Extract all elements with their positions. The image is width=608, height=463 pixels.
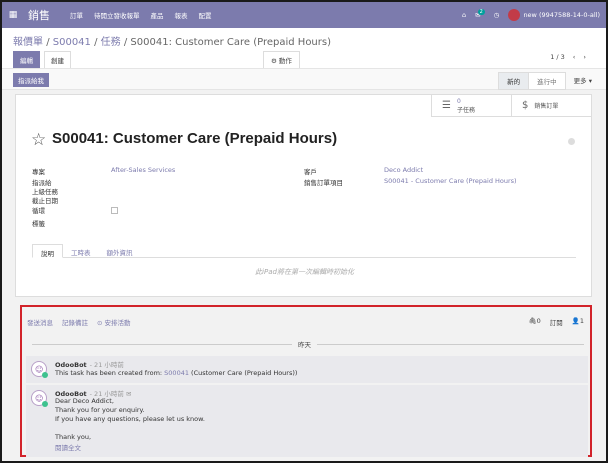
subtasks-smart-button[interactable]: ☰ 0 子任務 [431, 95, 511, 116]
odoobot-avatar: ☺ [31, 390, 48, 407]
form-sheet: ☰ 0 子任務 $ 銷售訂單 ☆ S00041: Customer Care (P… [15, 94, 592, 297]
assign-to-me-button[interactable]: 指派給我 [13, 73, 49, 87]
chatter-message: ☺ OdooBot - 21 小時前 ✉ Dear Deco Addict, Th… [26, 385, 588, 457]
top-navbar: ▦ 銷售 訂單 待開立發收報單 產品 報表 配置 ⌂ ✉2 ◷ new (994… [2, 2, 606, 28]
menu-orders[interactable]: 訂單 [70, 10, 83, 20]
top-menu: 訂單 待開立發收報單 產品 報表 配置 [70, 10, 212, 20]
followers-button[interactable]: 👤1 [572, 317, 584, 327]
tab-extra-info[interactable]: 額外資訊 [99, 244, 141, 257]
form-buttons: 編輯 創建 [13, 51, 71, 69]
edit-button[interactable]: 編輯 [13, 51, 40, 69]
description-placeholder[interactable]: 此iPad將在第一次編輯時初始化 [16, 267, 593, 277]
breadcrumb-separator: / [46, 37, 50, 48]
chatter-topbar: 發送消息 記錄備註 ⊙ 安排活動 [27, 317, 131, 327]
dollar-icon: $ [522, 100, 529, 111]
log-note-button[interactable]: 記錄備註 [62, 317, 88, 327]
stage-in-progress[interactable]: 進行中 [528, 72, 566, 90]
message-body: This task has been created from: S00041 … [55, 369, 298, 377]
menu-products[interactable]: 產品 [151, 10, 164, 20]
message-line: If you have any questions, please let us… [55, 415, 205, 423]
so-item-label: 銷售訂單項目 [304, 179, 343, 187]
user-name: new (9947588-14-0-all) [523, 11, 600, 19]
chatter-message: ☺ OdooBot - 21 小時前 This task has been cre… [26, 356, 588, 383]
project-value[interactable]: After-Sales Services [111, 166, 175, 174]
notebook-tabs: 說明 工時表 額外資訊 [32, 244, 576, 258]
attachments-button[interactable]: 🖇0 [528, 317, 540, 327]
app-title[interactable]: 銷售 [28, 7, 50, 23]
record-title: S00041: Customer Care (Prepaid Hours) [52, 130, 338, 147]
user-icon: 👤 [571, 317, 580, 325]
bot-face-icon: ☺ [35, 394, 44, 403]
kanban-state-icon[interactable] [568, 138, 575, 145]
breadcrumb-current: S00041: Customer Care (Prepaid Hours) [130, 37, 331, 48]
pager-value[interactable]: 1 / 3 [550, 53, 565, 61]
deadline-label: 截止日期 [32, 197, 58, 205]
chatter-right-tools: 🖇0 訂閱 👤1 [528, 317, 584, 327]
subtasks-count: 0 [456, 97, 461, 105]
subtasks-label: 子任務 [456, 106, 475, 114]
breadcrumb-tasks[interactable]: 任務 [101, 37, 121, 48]
breadcrumb-quotations[interactable]: 報價單 [13, 37, 43, 48]
attachments-count: 0 [536, 317, 541, 325]
pager-next-icon[interactable]: › [583, 53, 586, 61]
date-divider-label: 昨天 [292, 339, 317, 349]
stage-selector: 新的 進行中 更多 ▾ [498, 72, 600, 90]
bot-face-icon: ☺ [35, 365, 44, 374]
schedule-activity-button[interactable]: ⊙ 安排活動 [97, 317, 131, 327]
pager: 1 / 3 ‹ › [550, 53, 586, 61]
customer-value[interactable]: Deco Addict [384, 166, 423, 174]
project-label: 專案 [32, 168, 45, 176]
tab-description[interactable]: 說明 [32, 244, 63, 258]
recurring-label: 循環 [32, 207, 45, 215]
create-button[interactable]: 創建 [44, 51, 71, 69]
recurring-checkbox[interactable] [111, 207, 118, 214]
tags-label: 標籤 [32, 220, 45, 228]
sales-order-smart-button[interactable]: $ 銷售訂單 [511, 95, 591, 116]
systray: ⌂ ✉2 ◷ new (9947588-14-0-all) [462, 2, 600, 28]
customer-label: 客戶 [304, 168, 317, 176]
avatar [508, 9, 521, 21]
breadcrumb: 報價單 / S00041 / 任務 / S00041: Customer Car… [13, 33, 331, 48]
smart-buttons: ☰ 0 子任務 $ 銷售訂單 [431, 95, 591, 117]
message-time: - 21 小時前 [89, 361, 124, 369]
message-order-link[interactable]: S00041 [164, 369, 189, 377]
menu-reporting[interactable]: 報表 [175, 10, 188, 20]
star-icon[interactable]: ☆ [31, 130, 46, 150]
pager-prev-icon[interactable]: ‹ [573, 53, 576, 61]
followers-count: 1 [579, 317, 584, 325]
tab-timesheets[interactable]: 工時表 [63, 244, 99, 257]
so-item-value[interactable]: S00041 - Customer Care (Prepaid Hours) [384, 177, 517, 185]
chatter: 發送消息 記錄備註 ⊙ 安排活動 🖇0 訂閱 👤1 昨天 ☺ OdooBot - … [20, 305, 592, 457]
clock-icon[interactable]: ◷ [494, 11, 500, 19]
stage-new[interactable]: 新的 [498, 72, 530, 90]
paperclip-icon: 🖇 [528, 317, 537, 325]
home-icon[interactable]: ⌂ [462, 11, 466, 19]
message-line: Thank you for your enquiry. [55, 406, 145, 414]
breadcrumb-separator: / [123, 37, 128, 48]
sales-order-label: 銷售訂單 [534, 103, 559, 110]
follow-button[interactable]: 訂閱 [550, 317, 563, 327]
message-line: Dear Deco Addict, [55, 397, 114, 405]
chat-badge: 2 [477, 9, 485, 15]
apps-menu-icon[interactable]: ▦ [2, 10, 24, 20]
message-author: OdooBot - 21 小時前 [55, 361, 124, 369]
actions-button[interactable]: ⚙ 動作 [263, 51, 300, 69]
menu-to-invoice[interactable]: 待開立發收報單 [94, 10, 140, 20]
user-menu[interactable]: new (9947588-14-0-all) [508, 9, 600, 21]
menu-configuration[interactable]: 配置 [199, 10, 212, 20]
breadcrumb-separator: / [94, 37, 98, 48]
breadcrumb-order[interactable]: S00041 [53, 37, 91, 48]
read-more-link[interactable]: 閱讀全文 [55, 442, 81, 452]
tasks-icon: ☰ [442, 100, 451, 111]
chat-icon[interactable]: ✉2 [475, 9, 485, 19]
stage-more-dropdown[interactable]: 更多 ▾ [566, 72, 600, 90]
message-line: Thank you, [55, 433, 92, 441]
send-message-button[interactable]: 發送消息 [27, 317, 53, 327]
odoobot-avatar: ☺ [31, 361, 48, 378]
